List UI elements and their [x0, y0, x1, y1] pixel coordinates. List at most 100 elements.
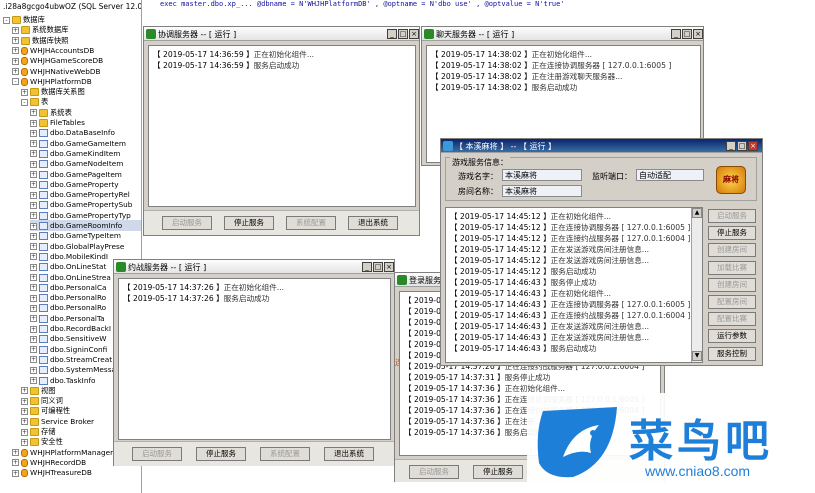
expand-toggle-icon[interactable]: + — [21, 387, 28, 395]
expand-toggle-icon[interactable]: + — [30, 274, 37, 281]
expand-toggle-icon[interactable]: + — [12, 37, 19, 45]
maximize-icon[interactable]: □ — [737, 141, 747, 151]
maximize-icon[interactable]: □ — [373, 262, 383, 272]
match-titlebar[interactable]: 约战服务器 -- [ 运行 ] _ □ × — [114, 260, 394, 274]
action-button[interactable]: 停止服务 — [224, 216, 274, 230]
scroll-down-icon[interactable]: ▼ — [692, 351, 702, 361]
expand-toggle-icon[interactable]: - — [3, 16, 10, 24]
expand-toggle-icon[interactable]: + — [30, 150, 37, 158]
minimize-icon[interactable]: _ — [387, 29, 397, 39]
minimize-icon[interactable]: _ — [362, 262, 372, 272]
expand-toggle-icon[interactable]: + — [12, 26, 19, 34]
scroll-up-icon[interactable]: ▲ — [692, 208, 702, 218]
expand-toggle-icon[interactable]: + — [30, 335, 37, 343]
room-name-field[interactable]: 本溪麻将 — [502, 185, 582, 197]
table-icon — [39, 191, 48, 200]
expand-toggle-icon[interactable]: + — [30, 201, 37, 209]
room-action-button[interactable]: 配置比赛 — [708, 312, 756, 327]
expand-toggle-icon[interactable]: + — [12, 57, 19, 65]
expand-toggle-icon[interactable]: + — [12, 459, 19, 467]
expand-toggle-icon[interactable]: + — [30, 377, 37, 384]
room-titlebar[interactable]: 【 本溪麻将 】 -- 【 运行 】 _ □ × — [441, 139, 762, 153]
expand-toggle-icon[interactable]: + — [30, 109, 37, 117]
expand-toggle-icon[interactable]: + — [12, 47, 19, 55]
room-action-button[interactable]: 配置房间 — [708, 295, 756, 309]
expand-toggle-icon[interactable]: + — [30, 315, 37, 323]
expand-toggle-icon[interactable]: + — [30, 160, 37, 168]
room-action-button[interactable]: 服务控制 — [708, 346, 756, 361]
expand-toggle-icon[interactable]: + — [21, 418, 28, 426]
expand-toggle-icon[interactable]: + — [30, 191, 37, 199]
expand-toggle-icon[interactable]: + — [30, 253, 37, 261]
expand-toggle-icon[interactable]: + — [30, 140, 37, 148]
close-icon[interactable]: × — [693, 29, 703, 39]
action-button[interactable]: 退出系统 — [324, 447, 374, 461]
expand-toggle-icon[interactable]: + — [21, 438, 28, 446]
log-time: 【 2019-05-17 14:45:12 】 — [450, 212, 551, 221]
expand-toggle-icon[interactable]: + — [30, 232, 37, 240]
action-button[interactable]: 启动服务 — [409, 465, 459, 479]
close-icon[interactable]: × — [384, 262, 394, 272]
action-button[interactable]: 系统配置 — [286, 216, 336, 230]
log-time: 【 2019-05-17 14:46:43 】 — [450, 333, 551, 342]
action-button[interactable]: 停止服务 — [196, 447, 246, 461]
expand-toggle-icon[interactable]: + — [30, 212, 37, 220]
chat-titlebar[interactable]: 聊天服务器 -- [ 运行 ] _ □ × — [422, 27, 703, 41]
expand-toggle-icon[interactable]: + — [30, 325, 37, 333]
action-button[interactable]: 退出系统 — [348, 216, 398, 230]
room-action-button[interactable]: 加载比赛 — [708, 260, 756, 275]
expand-toggle-icon[interactable]: + — [30, 294, 37, 302]
coordinator-log[interactable]: 【 2019-05-17 14:36:59 】正在初始化组件... 【 2019-… — [148, 45, 416, 207]
match-log[interactable]: 【 2019-05-17 14:37:26 】正在初始化组件... 【 2019-… — [118, 278, 391, 440]
expand-toggle-icon[interactable]: + — [30, 129, 37, 137]
action-button[interactable]: 启动服务 — [162, 216, 212, 230]
log-time: 【 2019-05-17 14:38:02 】 — [431, 83, 532, 92]
expand-toggle-icon[interactable]: + — [30, 356, 37, 364]
maximize-icon[interactable]: □ — [682, 29, 692, 39]
expand-toggle-icon[interactable]: + — [30, 366, 37, 374]
coordinator-titlebar[interactable]: 协调服务器 -- [ 运行 ] _ □ × — [144, 27, 419, 41]
server-node[interactable]: .i28a8gcgo4ubwOZ (SQL Server 12.0 — [0, 0, 141, 14]
room-log[interactable]: 【 2019-05-17 14:45:12 】正在初始化组件... 【 2019-… — [445, 207, 703, 363]
room-action-button[interactable]: 创建房间 — [708, 277, 756, 292]
expand-toggle-icon[interactable]: + — [30, 171, 37, 178]
expand-toggle-icon[interactable]: + — [12, 449, 19, 457]
expand-toggle-icon[interactable]: - — [21, 98, 28, 106]
expand-toggle-icon[interactable]: + — [30, 243, 37, 251]
expand-toggle-icon[interactable]: + — [30, 222, 37, 230]
expand-toggle-icon[interactable]: + — [30, 263, 37, 271]
room-action-button[interactable]: 停止服务 — [708, 226, 756, 241]
expand-toggle-icon[interactable]: + — [30, 304, 37, 312]
expand-toggle-icon[interactable]: + — [30, 181, 37, 189]
tree-node-label: dbo.GameProperty — [50, 179, 119, 189]
room-action-button[interactable]: 创建房间 — [708, 243, 756, 258]
port-field[interactable]: 自动适配 — [636, 169, 704, 181]
expand-toggle-icon[interactable]: + — [12, 469, 19, 477]
room-action-button[interactable]: 启动服务 — [708, 209, 756, 223]
expand-toggle-icon[interactable]: + — [12, 68, 19, 75]
action-button[interactable]: 停止服务 — [473, 465, 523, 479]
action-button[interactable]: 启动服务 — [132, 447, 182, 461]
room-log-scrollbar[interactable]: ▲ ▼ — [691, 208, 702, 362]
log-time: 【 2019-05-17 14:45:12 】 — [450, 234, 551, 243]
expand-toggle-icon[interactable]: + — [21, 407, 28, 415]
expand-toggle-icon[interactable]: + — [30, 284, 37, 292]
minimize-icon[interactable]: _ — [671, 29, 681, 39]
tree-node-label: WHJHAccountsDB — [30, 45, 95, 55]
maximize-icon[interactable]: □ — [398, 29, 408, 39]
minimize-icon[interactable]: _ — [726, 141, 736, 151]
expand-toggle-icon[interactable]: + — [21, 428, 28, 436]
close-icon[interactable]: × — [748, 141, 758, 151]
game-name-field[interactable]: 本溪麻将 — [502, 169, 582, 181]
room-action-button[interactable]: 运行参数 — [708, 329, 756, 344]
table-icon — [39, 222, 48, 230]
tree-node[interactable]: + WHJHTreasureDB — [12, 467, 141, 478]
log-message: 服务启动成功 — [253, 61, 300, 70]
expand-toggle-icon[interactable]: + — [21, 88, 28, 96]
expand-toggle-icon[interactable]: + — [21, 397, 28, 405]
action-button[interactable]: 系统配置 — [260, 447, 310, 461]
expand-toggle-icon[interactable]: + — [30, 119, 37, 127]
close-icon[interactable]: × — [409, 29, 419, 39]
expand-toggle-icon[interactable]: - — [12, 78, 19, 86]
expand-toggle-icon[interactable]: + — [30, 346, 37, 354]
